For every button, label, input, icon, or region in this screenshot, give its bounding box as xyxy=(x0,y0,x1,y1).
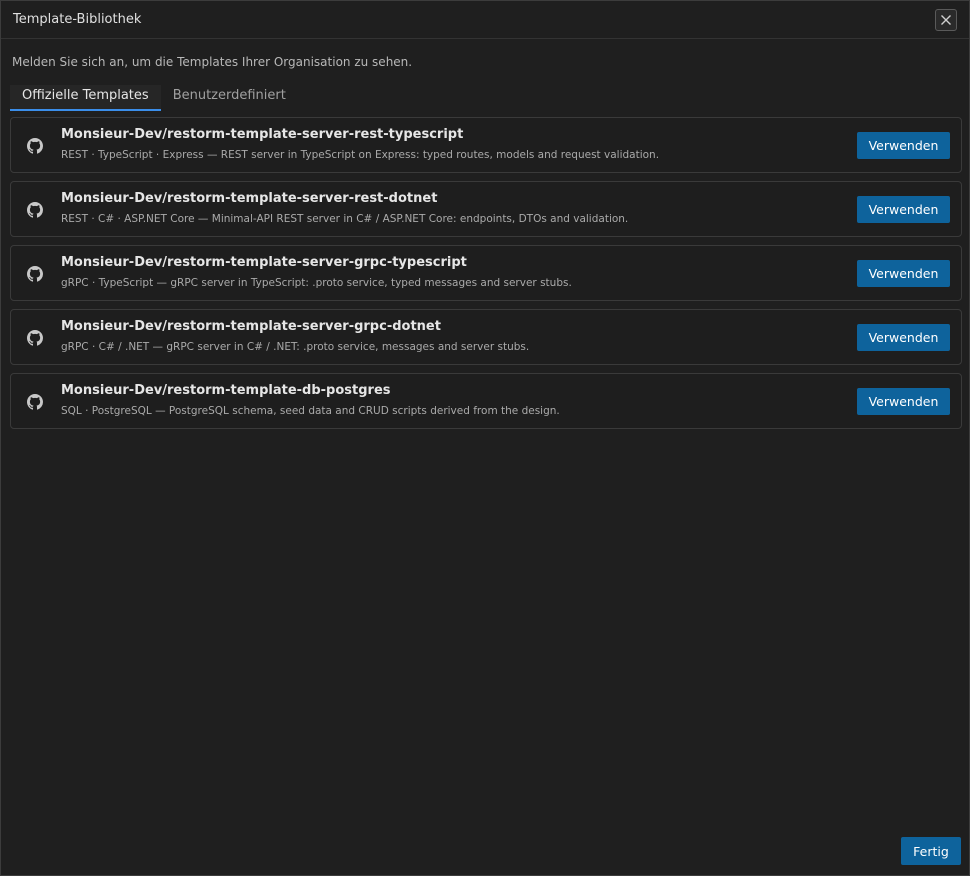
github-icon xyxy=(27,138,43,154)
template-card: Monsieur-Dev/restorm-template-server-grp… xyxy=(10,309,962,365)
template-description: gRPC · C# / .NET — gRPC server in C# / .… xyxy=(61,341,530,353)
template-library-dialog: Template-Bibliothek Melden Sie sich an, … xyxy=(0,0,970,876)
template-card: Monsieur-Dev/restorm-template-server-grp… xyxy=(10,245,962,301)
template-card: Monsieur-Dev/restorm-template-server-res… xyxy=(10,117,962,173)
template-name: Monsieur-Dev/restorm-template-server-res… xyxy=(61,127,464,142)
tab-official-templates[interactable]: Offizielle Templates xyxy=(10,85,161,111)
template-card: Monsieur-Dev/restorm-template-server-res… xyxy=(10,181,962,237)
dialog-titlebar: Template-Bibliothek xyxy=(1,1,969,39)
template-description: REST · TypeScript · Express — REST serve… xyxy=(61,149,660,161)
tab-bar: Offizielle Templates Benutzerdefiniert xyxy=(10,85,298,111)
github-icon xyxy=(27,394,43,410)
github-icon xyxy=(27,266,43,282)
template-name: Monsieur-Dev/restorm-template-db-postgre… xyxy=(61,383,391,398)
template-name: Monsieur-Dev/restorm-template-server-res… xyxy=(61,191,438,206)
close-button[interactable] xyxy=(935,9,957,31)
github-icon xyxy=(27,202,43,218)
template-list: Monsieur-Dev/restorm-template-server-res… xyxy=(10,117,962,437)
tab-custom[interactable]: Benutzerdefiniert xyxy=(161,85,298,111)
use-template-button[interactable]: Verwenden xyxy=(857,196,950,223)
sign-in-hint: Melden Sie sich an, um die Templates Ihr… xyxy=(12,55,413,69)
template-card: Monsieur-Dev/restorm-template-db-postgre… xyxy=(10,373,962,429)
template-description: SQL · PostgreSQL — PostgreSQL schema, se… xyxy=(61,405,560,417)
use-template-button[interactable]: Verwenden xyxy=(857,132,950,159)
done-button[interactable]: Fertig xyxy=(901,837,961,865)
github-icon xyxy=(27,330,43,346)
template-name: Monsieur-Dev/restorm-template-server-grp… xyxy=(61,319,441,334)
template-name: Monsieur-Dev/restorm-template-server-grp… xyxy=(61,255,467,270)
use-template-button[interactable]: Verwenden xyxy=(857,260,950,287)
dialog-title: Template-Bibliothek xyxy=(13,12,142,27)
template-description: REST · C# · ASP.NET Core — Minimal-API R… xyxy=(61,213,629,225)
use-template-button[interactable]: Verwenden xyxy=(857,388,950,415)
template-description: gRPC · TypeScript — gRPC server in TypeS… xyxy=(61,277,572,289)
close-icon xyxy=(941,15,951,25)
use-template-button[interactable]: Verwenden xyxy=(857,324,950,351)
